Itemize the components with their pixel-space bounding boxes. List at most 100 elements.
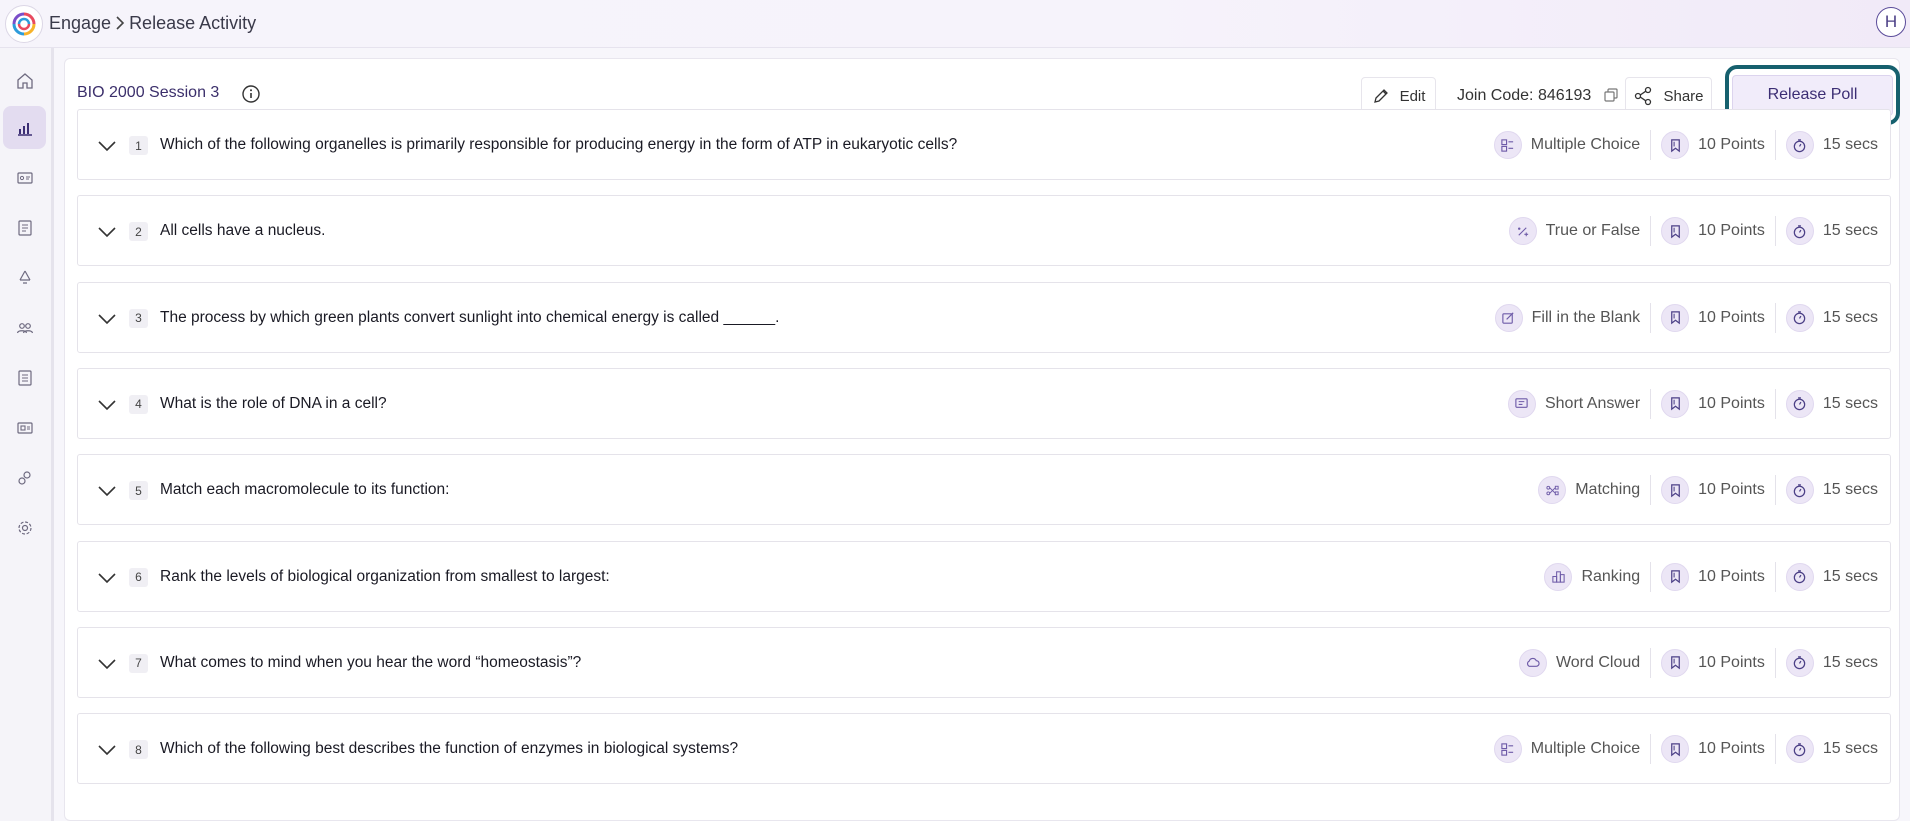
question-points: 10 Points — [1661, 389, 1765, 418]
divider — [1650, 647, 1652, 678]
question-type-label: True or False — [1545, 222, 1641, 240]
question-type-label: Word Cloud — [1555, 653, 1641, 671]
question-meta: Multiple Choice 10 Points 15 secs — [1493, 732, 1878, 766]
question-row[interactable]: 8 Which of the following best describes … — [77, 713, 1891, 785]
question-text: Rank the levels of biological organizati… — [160, 567, 610, 585]
share-label: Share — [1663, 87, 1704, 105]
sidebar-item-integrations[interactable] — [3, 456, 46, 499]
question-type: True or False — [1508, 217, 1641, 246]
chevron-down-icon[interactable] — [96, 567, 118, 589]
integrations-icon — [17, 470, 31, 485]
multiple-choice-icon — [1493, 735, 1522, 764]
points-label: 10 Points — [1698, 136, 1765, 153]
divider — [1650, 216, 1652, 247]
question-meta: Word Cloud 10 Points 15 secs — [1518, 646, 1878, 680]
question-number: 2 — [129, 222, 148, 242]
sidebar-item-document[interactable] — [3, 206, 46, 249]
analytics-icon — [17, 122, 32, 136]
question-row[interactable]: 2 All cells have a nucleus. True or Fals… — [77, 195, 1891, 267]
sidebar-item-gallery[interactable] — [3, 406, 46, 449]
sidebar-item-recycle[interactable] — [3, 256, 46, 299]
question-type: Ranking — [1544, 562, 1640, 591]
logo-icon — [12, 12, 36, 36]
activity-panel: BIO 2000 Session 3 Edit Join Code: 84619… — [64, 58, 1900, 821]
id-card-icon — [16, 171, 33, 184]
chevron-down-icon[interactable] — [96, 221, 118, 243]
divider — [1774, 302, 1776, 333]
chevron-down-icon[interactable] — [96, 394, 118, 416]
question-points: 10 Points — [1661, 476, 1765, 505]
question-row[interactable]: 7 What comes to mind when you hear the w… — [77, 626, 1891, 698]
multiple-choice-icon — [1493, 131, 1522, 159]
ranking-icon — [1544, 562, 1573, 591]
divider — [1774, 130, 1776, 160]
sidebar-item-id-card[interactable] — [3, 156, 46, 199]
user-avatar[interactable]: H — [1876, 7, 1906, 37]
sidebar-item-settings[interactable] — [3, 506, 46, 549]
question-number: 3 — [129, 308, 148, 328]
points-label: 10 Points — [1698, 222, 1765, 240]
question-row[interactable]: 6 Rank the levels of biological organiza… — [77, 540, 1891, 612]
list-icon — [17, 369, 32, 386]
question-type-label: Matching — [1575, 481, 1641, 499]
question-points: 10 Points — [1661, 562, 1765, 591]
question-row[interactable]: 1 Which of the following organelles is p… — [77, 109, 1891, 180]
question-row[interactable]: 5 Match each macromolecule to its functi… — [77, 454, 1891, 526]
question-type: Short Answer — [1507, 389, 1640, 418]
chevron-down-icon[interactable] — [96, 653, 118, 675]
question-type: Matching — [1538, 476, 1641, 505]
divider — [1650, 388, 1652, 419]
divider — [1650, 130, 1652, 160]
bookmark-icon — [1661, 131, 1690, 159]
sidebar-item-users[interactable] — [3, 306, 46, 349]
question-time: 15 secs — [1785, 476, 1878, 505]
divider — [1650, 302, 1652, 333]
question-text: Match each macromolecule to its function… — [160, 481, 450, 499]
bookmark-icon — [1661, 735, 1690, 764]
time-label: 15 secs — [1822, 136, 1878, 153]
divider — [1774, 561, 1776, 592]
copy-icon[interactable] — [1603, 87, 1619, 103]
question-time: 15 secs — [1785, 389, 1878, 418]
points-label: 10 Points — [1698, 394, 1765, 412]
question-meta: True or False 10 Points 15 secs — [1508, 214, 1878, 248]
bookmark-icon — [1661, 476, 1690, 505]
timer-icon — [1785, 303, 1814, 332]
question-type-label: Multiple Choice — [1530, 740, 1641, 758]
chevron-down-icon[interactable] — [96, 135, 118, 157]
divider — [1774, 216, 1776, 247]
breadcrumb: Engage Release Activity — [49, 0, 256, 46]
home-icon — [16, 72, 33, 89]
chevron-down-icon[interactable] — [96, 308, 118, 330]
question-row[interactable]: 3 The process by which green plants conv… — [77, 281, 1891, 353]
sidebar-item-analytics[interactable] — [3, 106, 46, 149]
time-label: 15 secs — [1822, 394, 1878, 412]
edit-label: Edit — [1399, 87, 1426, 105]
question-meta: Fill in the Blank 10 Points 15 secs — [1494, 301, 1878, 335]
info-icon[interactable] — [241, 84, 261, 104]
gallery-icon — [16, 421, 33, 434]
question-text: The process by which green plants conver… — [160, 308, 780, 326]
question-points: 10 Points — [1661, 303, 1765, 332]
sidebar-item-list[interactable] — [3, 356, 46, 399]
question-text: What comes to mind when you hear the wor… — [160, 653, 582, 671]
timer-icon — [1785, 389, 1814, 418]
users-icon — [16, 322, 33, 333]
breadcrumb-app[interactable]: Engage — [49, 13, 111, 34]
timer-icon — [1785, 735, 1814, 764]
divider — [1650, 734, 1652, 765]
chevron-down-icon[interactable] — [96, 480, 118, 502]
sidebar-item-home[interactable] — [3, 59, 46, 102]
chevron-down-icon[interactable] — [96, 739, 118, 761]
divider — [1774, 388, 1776, 419]
app-logo[interactable] — [5, 5, 43, 43]
time-label: 15 secs — [1822, 308, 1878, 326]
time-label: 15 secs — [1822, 653, 1878, 671]
question-number: 4 — [129, 394, 148, 414]
question-points: 10 Points — [1661, 131, 1765, 159]
question-row[interactable]: 4 What is the role of DNA in a cell? Sho… — [77, 367, 1891, 439]
short-answer-icon — [1507, 389, 1536, 418]
points-label: 10 Points — [1698, 481, 1765, 499]
bookmark-icon — [1661, 562, 1690, 591]
question-meta: Multiple Choice 10 Points 15 secs — [1493, 128, 1878, 162]
